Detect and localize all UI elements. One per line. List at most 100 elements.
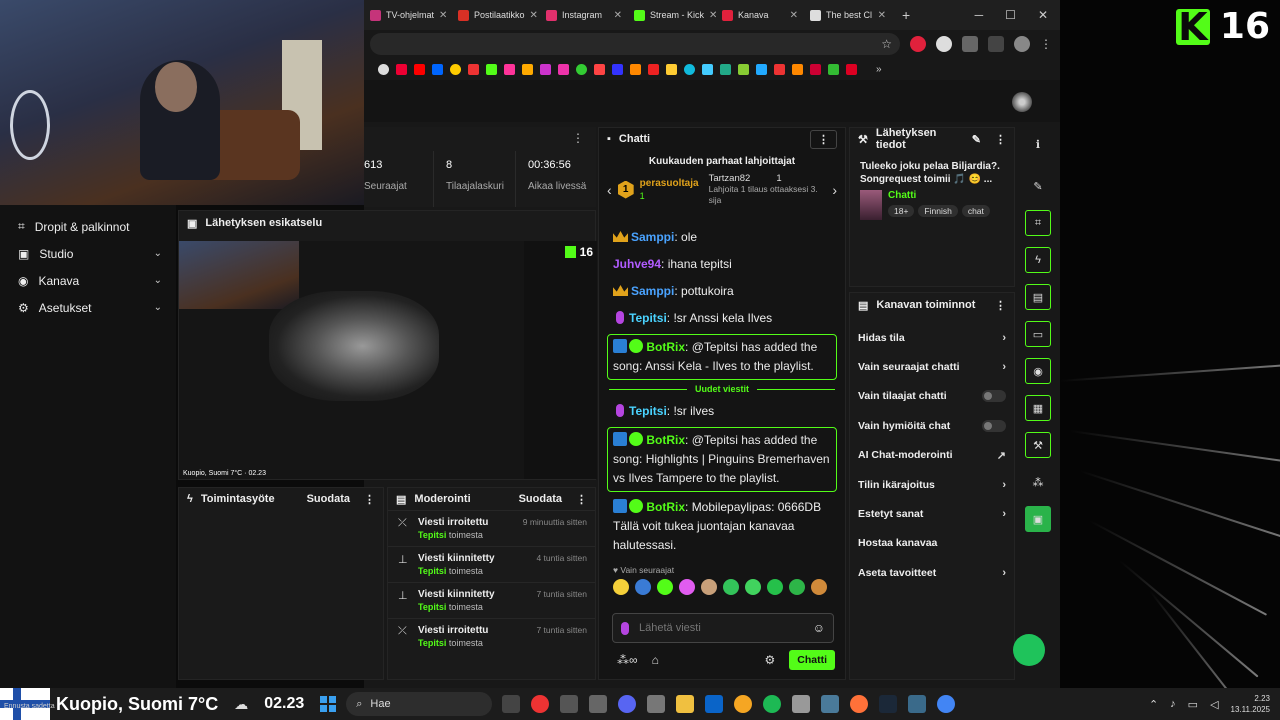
chat-message-input[interactable] [639, 622, 803, 634]
chevron-right-icon[interactable]: › [832, 182, 837, 198]
steam-icon[interactable] [879, 695, 898, 713]
spotify-icon[interactable] [763, 695, 782, 713]
clip-icon[interactable]: ⌗ [1025, 210, 1051, 236]
menu-dots-icon[interactable]: ⋮ [364, 493, 375, 506]
bookmark-icon[interactable] [756, 63, 767, 75]
browser-tab[interactable]: Stream - Kick ✕ [628, 9, 716, 21]
close-icon[interactable]: ✕ [709, 10, 716, 21]
app-icon[interactable] [734, 695, 753, 713]
bookmark-icon[interactable] [720, 63, 731, 75]
close-icon[interactable]: ✕ [439, 10, 447, 21]
chat-username[interactable]: BotRix [646, 340, 685, 354]
bookmark-icon[interactable] [522, 63, 533, 75]
emote-icon[interactable] [789, 579, 805, 595]
bookmark-icon[interactable] [666, 63, 677, 75]
browser-tab[interactable]: TV-ohjelmat ✕ [364, 9, 452, 21]
browser-tab[interactable]: Instagram ✕ [540, 9, 628, 21]
new-tab-button[interactable]: + [892, 7, 920, 23]
bookmark-icon[interactable] [450, 63, 461, 75]
info-icon[interactable]: ℹ [1025, 131, 1051, 157]
emote-icon[interactable] [701, 579, 717, 595]
chat-bubble-icon[interactable]: ▭ [1025, 321, 1051, 347]
emote-icon[interactable] [811, 579, 827, 595]
app-icon[interactable] [560, 695, 579, 713]
bookmark-icon[interactable] [486, 63, 497, 75]
points-icon[interactable]: ⁂ [1025, 469, 1051, 495]
bookmark-icon[interactable] [576, 63, 587, 75]
send-chat-button[interactable]: Chatti [789, 650, 835, 670]
chrome-icon[interactable] [937, 695, 956, 713]
gear-icon[interactable]: ⚙ [764, 653, 775, 667]
tag-badge[interactable]: Finnish [918, 205, 958, 217]
media-icon[interactable] [988, 36, 1004, 52]
discord-icon[interactable] [618, 695, 637, 713]
close-icon[interactable]: ✕ [790, 10, 798, 21]
avatar[interactable] [1012, 92, 1032, 112]
network-icon[interactable]: ▭ [1188, 698, 1198, 711]
action-followers-only[interactable]: Vain seuraajat chatti › [850, 352, 1014, 381]
subscribers-only-toggle[interactable] [982, 390, 1006, 403]
chat-username[interactable]: Tepitsi [629, 311, 667, 325]
action-slow-mode[interactable]: Hidas tila › [850, 323, 1014, 352]
microphone-icon[interactable]: ♪ [1170, 698, 1176, 710]
chevron-left-icon[interactable]: ‹ [607, 182, 612, 198]
menu-dots-icon[interactable]: ⋮ [572, 131, 584, 147]
emote-icon[interactable] [657, 579, 673, 595]
bookmark-icon[interactable] [774, 63, 785, 75]
menu-dots-icon[interactable]: ⋮ [576, 493, 587, 506]
bookmark-icon[interactable] [792, 63, 803, 75]
emote-only-toggle[interactable] [982, 419, 1006, 432]
browser-tab[interactable]: Postilaatikko ✕ [452, 9, 540, 21]
bookmark-icon[interactable] [378, 63, 389, 75]
category-name[interactable]: Chatti [888, 190, 990, 201]
menu-dots-icon[interactable]: ⋮ [995, 133, 1006, 146]
tag-badge[interactable]: 18+ [888, 205, 915, 217]
sidebar-item-studio[interactable]: ▣ Studio ⌄ [0, 240, 176, 267]
extension-icon[interactable] [910, 36, 926, 52]
app-icon[interactable] [531, 695, 550, 713]
edit-icon[interactable]: ✎ [972, 133, 981, 146]
help-headset-button[interactable] [1013, 634, 1045, 666]
app-icon[interactable] [502, 695, 521, 713]
action-age-restriction[interactable]: Tilin ikärajoitus › [850, 470, 1014, 499]
emote-icon[interactable] [723, 579, 739, 595]
action-banned-words[interactable]: Estetyt sanat › [850, 499, 1014, 528]
app-icon[interactable] [792, 695, 811, 713]
emote-icon[interactable] [767, 579, 783, 595]
bookmark-icon[interactable] [432, 63, 443, 75]
bookmark-icon[interactable] [468, 63, 479, 75]
action-ai-moderation[interactable]: AI Chat-moderointi ↗ [850, 441, 1014, 470]
bookmark-icon[interactable] [702, 63, 713, 75]
list-item[interactable]: ⊥ Viesti kiinnitetty Tepitsi toimesta 4 t… [388, 546, 595, 582]
bookmark-icon[interactable] [648, 63, 659, 75]
emote-icon[interactable] [745, 579, 761, 595]
extension-icon[interactable]: ▣ [1025, 506, 1051, 532]
menu-dots-icon[interactable]: ⋮ [1040, 37, 1052, 51]
url-bar[interactable]: ☆ [370, 33, 900, 55]
chat-username[interactable]: BotRix [646, 500, 685, 514]
filter-button[interactable]: Suodata [307, 493, 350, 506]
extension-icon[interactable] [936, 36, 952, 52]
bookmark-icon[interactable] [504, 63, 515, 75]
taskbar-search[interactable]: ⌕ Hae [346, 692, 493, 716]
emote-icon[interactable] [679, 579, 695, 595]
store-icon[interactable]: ⌂ [652, 653, 659, 667]
edit-icon[interactable]: ✎ [1025, 173, 1051, 199]
bookmark-icon[interactable] [414, 63, 425, 75]
close-window-button[interactable]: ✕ [1038, 8, 1048, 22]
system-clock[interactable]: 2.23 13.11.2025 [1231, 693, 1270, 715]
category-thumbnail[interactable] [860, 190, 882, 220]
bookmark-icon[interactable] [396, 63, 407, 75]
sidebar-item-settings[interactable]: ⚙ Asetukset ⌄ [0, 294, 176, 321]
folder-icon[interactable] [676, 695, 695, 713]
tag-badge[interactable]: chat [961, 205, 990, 217]
minimize-button[interactable]: ─ [975, 8, 984, 22]
layout-icon[interactable]: ▦ [1025, 395, 1051, 421]
profile-icon[interactable] [1014, 36, 1030, 52]
bookmark-icon[interactable] [846, 63, 857, 75]
list-item[interactable]: ⤫ Viesti irroitettu Tepitsi toimesta 9 mi… [388, 510, 595, 546]
sidebar-item-drops[interactable]: ⌗ Dropit & palkinnot [0, 213, 176, 240]
maximize-button[interactable]: ☐ [1005, 8, 1016, 22]
app-icon[interactable] [908, 695, 927, 713]
app-icon[interactable] [821, 695, 840, 713]
